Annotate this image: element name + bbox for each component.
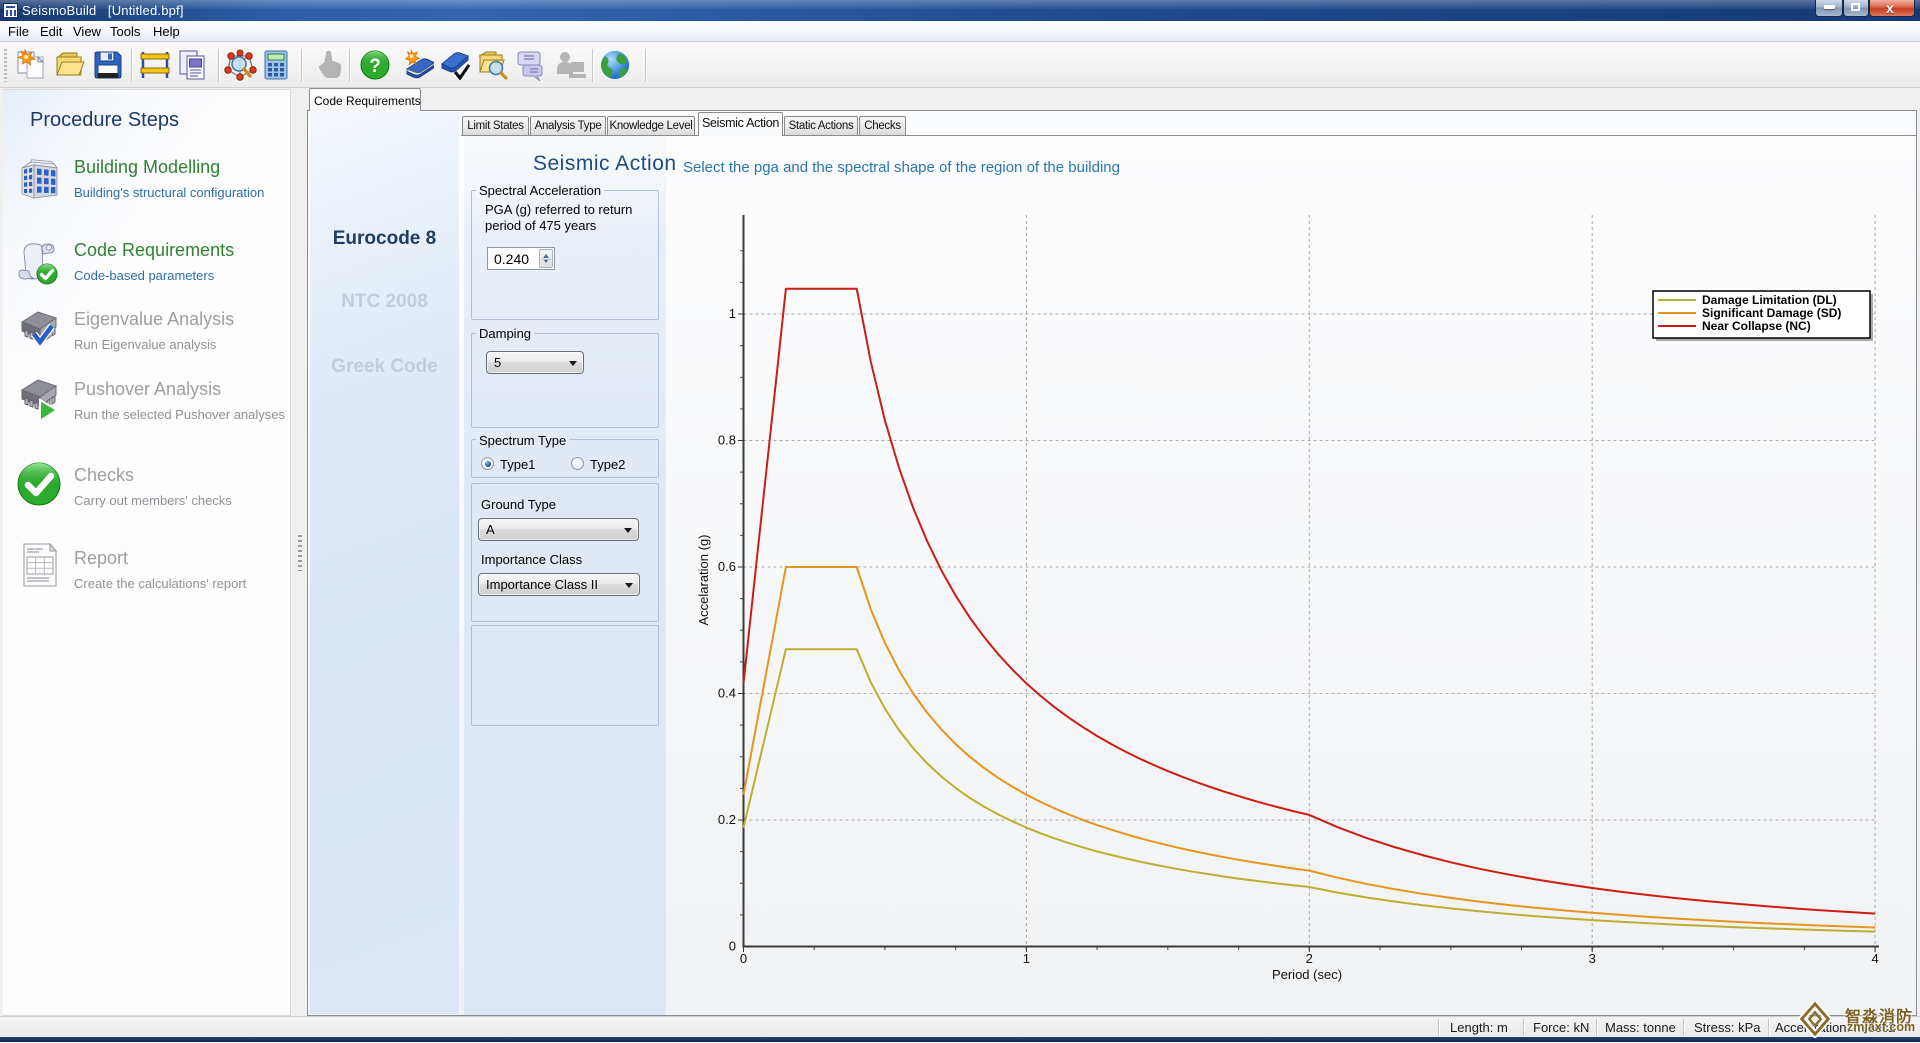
- svg-text:0.8: 0.8: [718, 433, 736, 448]
- svg-text:0: 0: [740, 951, 747, 966]
- svg-text:3: 3: [1589, 951, 1596, 966]
- svg-text:?: ?: [369, 56, 381, 77]
- svg-text:Accelaration (g): Accelaration (g): [696, 534, 711, 625]
- svg-text:2: 2: [1306, 951, 1313, 966]
- svg-text:1: 1: [729, 306, 736, 321]
- svg-text:0.4: 0.4: [718, 686, 736, 701]
- svg-text:Significant Damage (SD): Significant Damage (SD): [1702, 306, 1841, 320]
- svg-text:4: 4: [1871, 951, 1878, 966]
- svg-text:0: 0: [729, 939, 736, 954]
- svg-text:0.6: 0.6: [718, 559, 736, 574]
- svg-text:0.2: 0.2: [718, 812, 736, 827]
- svg-text:Near Collapse (NC): Near Collapse (NC): [1702, 319, 1811, 333]
- svg-text:1: 1: [1023, 951, 1030, 966]
- svg-text:Damage Limitation (DL): Damage Limitation (DL): [1702, 293, 1837, 307]
- svg-text:Period (sec): Period (sec): [1272, 967, 1342, 982]
